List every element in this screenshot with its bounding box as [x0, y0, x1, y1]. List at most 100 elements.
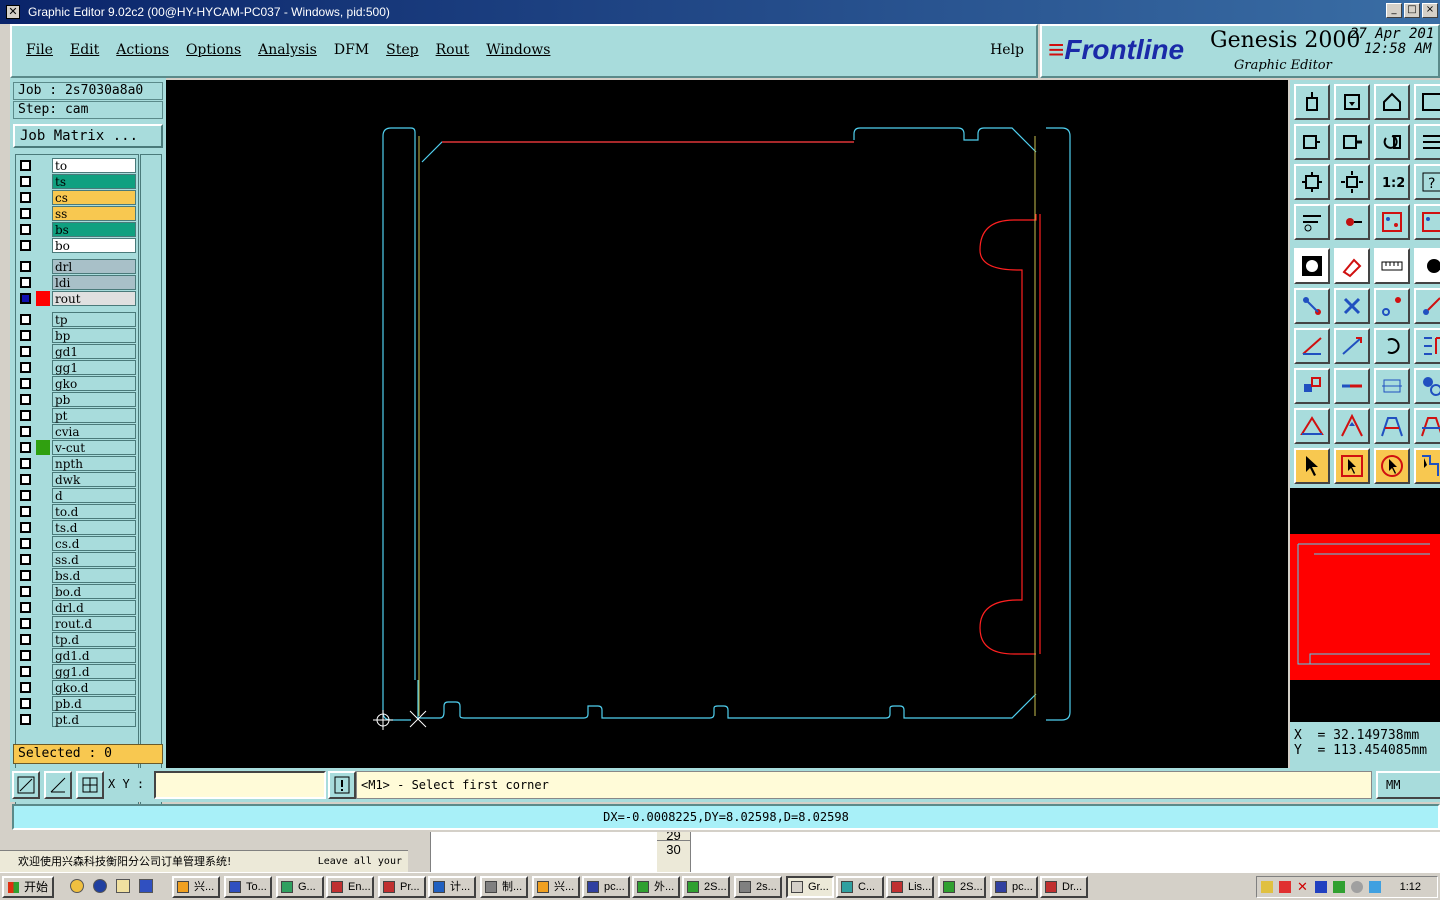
- minimize-button[interactable]: _: [1386, 3, 1402, 18]
- start-button[interactable]: 开始: [2, 876, 54, 898]
- triangle-pointer-button[interactable]: [1334, 408, 1370, 444]
- line-blue-button[interactable]: [1334, 328, 1370, 364]
- layer-checkbox[interactable]: [20, 330, 31, 341]
- layer-name[interactable]: cs: [52, 190, 136, 205]
- job-matrix-button[interactable]: Job Matrix ...: [13, 124, 163, 148]
- layer-name[interactable]: bo: [52, 238, 136, 253]
- layer-row-pb[interactable]: pb: [18, 392, 136, 407]
- layer-row-d[interactable]: d: [18, 488, 136, 503]
- snap-button[interactable]: [1294, 204, 1330, 240]
- quicklaunch-ie-icon[interactable]: [93, 879, 107, 893]
- layer-row-npth[interactable]: npth: [18, 456, 136, 471]
- fill-button[interactable]: [1294, 248, 1330, 284]
- layer-name[interactable]: pb: [52, 392, 136, 407]
- layer-checkbox[interactable]: [20, 650, 31, 661]
- menu-windows[interactable]: Windows: [486, 42, 550, 58]
- menu-help[interactable]: Help: [990, 42, 1024, 58]
- layer-row-v-cut[interactable]: v-cut: [18, 440, 136, 455]
- layer-row-to[interactable]: to: [18, 158, 136, 173]
- zoom-house-button[interactable]: [1374, 84, 1410, 120]
- layer-checkbox[interactable]: [20, 522, 31, 533]
- taskbar-item[interactable]: C...: [836, 876, 884, 898]
- layer-row-bo-d[interactable]: bo.d: [18, 584, 136, 599]
- layer-row-tp[interactable]: tp: [18, 312, 136, 327]
- zoom-page-button[interactable]: [1334, 84, 1370, 120]
- zoom-in-button[interactable]: [1294, 124, 1330, 160]
- layer-row-pt-d[interactable]: pt.d: [18, 712, 136, 727]
- layer-checkbox[interactable]: [20, 602, 31, 613]
- exclamation-button[interactable]: [328, 771, 356, 799]
- taskbar-item[interactable]: 计...: [428, 876, 476, 898]
- layer-row-drl-d[interactable]: drl.d: [18, 600, 136, 615]
- undo-view-button[interactable]: [1374, 124, 1410, 160]
- layer-name[interactable]: v-cut: [52, 440, 136, 455]
- layer-row-tp-d[interactable]: tp.d: [18, 632, 136, 647]
- layer-name[interactable]: cs.d: [52, 536, 136, 551]
- layer-checkbox[interactable]: [20, 698, 31, 709]
- arc-button[interactable]: [1374, 328, 1410, 364]
- layer-name[interactable]: ts.d: [52, 520, 136, 535]
- layer-name[interactable]: gd1: [52, 344, 136, 359]
- layer-name[interactable]: bp: [52, 328, 136, 343]
- ruler-button[interactable]: [1374, 248, 1410, 284]
- tray-s-icon[interactable]: [1333, 881, 1345, 893]
- quicklaunch-clock-icon[interactable]: [70, 879, 84, 893]
- layer-row-cs-d[interactable]: cs.d: [18, 536, 136, 551]
- layer-checkbox[interactable]: [20, 538, 31, 549]
- taskbar-item[interactable]: 兴...: [172, 876, 220, 898]
- taskbar-item[interactable]: Lis...: [886, 876, 934, 898]
- taskbar-item[interactable]: pc...: [990, 876, 1038, 898]
- layer-name[interactable]: pt.d: [52, 712, 136, 727]
- pointer-chain-button[interactable]: [1414, 448, 1440, 484]
- tray-network-icon[interactable]: [1369, 881, 1381, 893]
- layer-row-rout[interactable]: rout: [18, 291, 136, 306]
- one-to-one-button[interactable]: 1:2: [1374, 164, 1410, 200]
- layer-checkbox[interactable]: [20, 426, 31, 437]
- key-button[interactable]: [1334, 204, 1370, 240]
- layer-checkbox[interactable]: [20, 160, 31, 171]
- layer-checkbox[interactable]: [20, 490, 31, 501]
- layer-name[interactable]: bo.d: [52, 584, 136, 599]
- split-button[interactable]: [1414, 328, 1440, 364]
- query-button[interactable]: ?: [1414, 164, 1440, 200]
- xy-input[interactable]: [154, 771, 326, 799]
- layer-name[interactable]: cvia: [52, 424, 136, 439]
- center-button[interactable]: [1334, 164, 1370, 200]
- layer-name[interactable]: bs.d: [52, 568, 136, 583]
- pointer-button[interactable]: [1294, 448, 1330, 484]
- quicklaunch-save-icon[interactable]: [139, 879, 153, 893]
- layer-name[interactable]: gko: [52, 376, 136, 391]
- pad-button[interactable]: [1414, 248, 1440, 284]
- layer-row-bp[interactable]: bp: [18, 328, 136, 343]
- layer-name[interactable]: gg1.d: [52, 664, 136, 679]
- zoom-out-button[interactable]: [1334, 124, 1370, 160]
- taskbar-item[interactable]: 外...: [632, 876, 680, 898]
- layer-row-gko[interactable]: gko: [18, 376, 136, 391]
- fit-button[interactable]: [1294, 164, 1330, 200]
- layer-row-cs[interactable]: cs: [18, 190, 136, 205]
- layer-row-gg1[interactable]: gg1: [18, 360, 136, 375]
- taskbar-item[interactable]: Gr...: [786, 876, 834, 898]
- close-button[interactable]: ×: [1422, 3, 1438, 18]
- layer-row-gg1-d[interactable]: gg1.d: [18, 664, 136, 679]
- layer-name[interactable]: ts: [52, 174, 136, 189]
- taskbar-item[interactable]: To...: [224, 876, 272, 898]
- layer-row-gd1[interactable]: gd1: [18, 344, 136, 359]
- zoom-window-button[interactable]: [1414, 84, 1440, 120]
- layer-checkbox[interactable]: [20, 346, 31, 357]
- menu-rout[interactable]: Rout: [436, 42, 470, 58]
- layer-row-cvia[interactable]: cvia: [18, 424, 136, 439]
- layer-name[interactable]: ss: [52, 206, 136, 221]
- layer-name[interactable]: gko.d: [52, 680, 136, 695]
- tray-x-icon[interactable]: ✕: [1297, 880, 1309, 893]
- layer-checkbox[interactable]: [20, 586, 31, 597]
- tray-ch-icon[interactable]: [1315, 881, 1327, 893]
- overview-map[interactable]: [1290, 534, 1440, 680]
- menu-analysis[interactable]: Analysis: [258, 42, 317, 58]
- layer-checkbox[interactable]: [20, 666, 31, 677]
- layer-name[interactable]: d: [52, 488, 136, 503]
- layer-row-ts[interactable]: ts: [18, 174, 136, 189]
- layer-checkbox[interactable]: [20, 240, 31, 251]
- layer-name[interactable]: gd1.d: [52, 648, 136, 663]
- polygon-select-button[interactable]: [1334, 248, 1370, 284]
